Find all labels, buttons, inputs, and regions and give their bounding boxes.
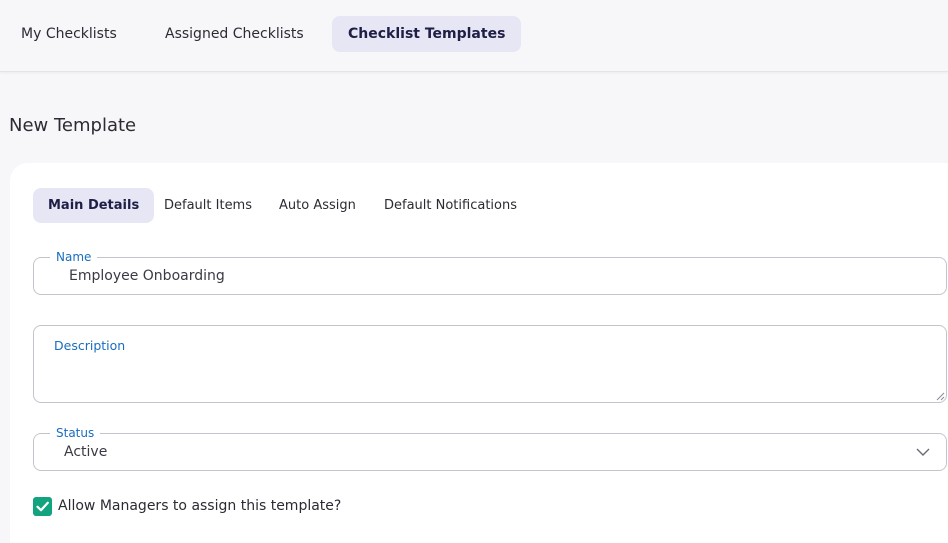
tab-assigned-checklists[interactable]: Assigned Checklists [149, 16, 320, 52]
subtab-main-details[interactable]: Main Details [33, 188, 155, 223]
allow-managers-label[interactable]: Allow Managers to assign this template? [58, 497, 341, 516]
resize-grip-icon[interactable] [935, 391, 945, 401]
status-select[interactable]: Status Active [33, 426, 947, 471]
status-field-label: Status [50, 426, 101, 440]
name-field[interactable]: Name Employee Onboarding [33, 250, 947, 295]
name-field-value[interactable]: Employee Onboarding [69, 268, 225, 284]
tab-my-checklists[interactable]: My Checklists [5, 16, 133, 52]
status-select-value[interactable]: Active [64, 444, 107, 460]
top-navigation: My Checklists Assigned Checklists Checkl… [0, 0, 948, 72]
name-field-label: Name [50, 250, 98, 264]
description-field-label: Description [54, 338, 126, 353]
subtab-default-notifications[interactable]: Default Notifications [369, 188, 532, 223]
tab-checklist-templates[interactable]: Checklist Templates [332, 16, 522, 52]
page-title: New Template [9, 115, 137, 136]
description-field[interactable]: Description [33, 325, 947, 403]
chevron-down-icon[interactable] [916, 447, 930, 457]
allow-managers-checkbox[interactable] [33, 497, 52, 516]
subtab-auto-assign[interactable]: Auto Assign [264, 188, 371, 223]
checkmark-icon [36, 501, 49, 512]
subtab-default-items[interactable]: Default Items [149, 188, 267, 223]
